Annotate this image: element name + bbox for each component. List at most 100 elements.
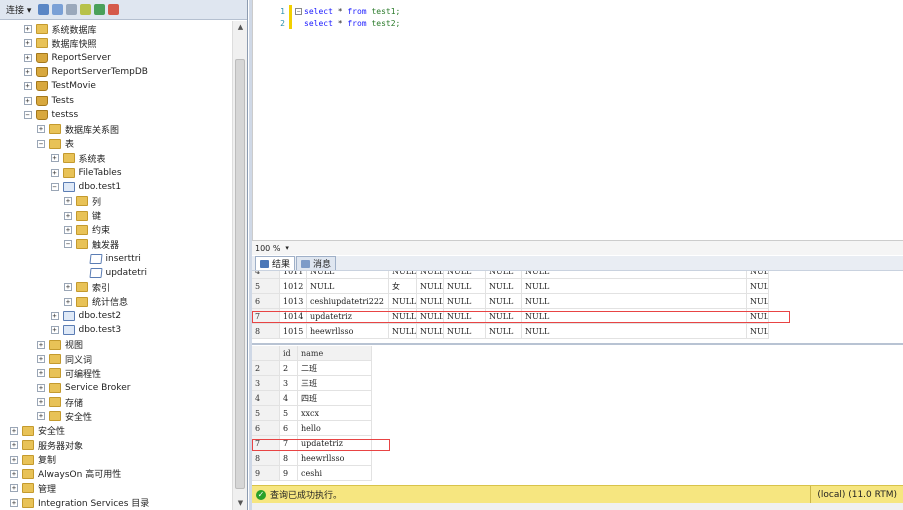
table-cell[interactable]: 三班 [298, 376, 372, 391]
tree-node[interactable]: + 数据库快照 [23, 36, 97, 50]
table-row[interactable]: 5 5 xxcx [252, 406, 372, 421]
fold-toggle-icon[interactable]: − [295, 7, 302, 15]
tree-node[interactable]: + ReportServer [23, 51, 111, 65]
expand-toggle-icon[interactable]: + [23, 39, 32, 48]
tree-node[interactable]: updatetri [78, 266, 147, 280]
table-cell[interactable]: ceshiupdatetri222 [307, 294, 389, 309]
disconnect-icon[interactable] [52, 4, 64, 15]
table-cell[interactable]: xxcx [298, 406, 372, 421]
table-cell[interactable]: 8 [280, 451, 298, 466]
table-row[interactable]: 51012NULL女NULLNULLNULLNULLNULL [252, 279, 769, 294]
row-header[interactable]: 5 [252, 279, 280, 294]
expand-toggle-icon[interactable]: + [37, 412, 45, 421]
table-cell[interactable]: NULL [486, 324, 522, 339]
table-row[interactable]: 9 9 ceshi [252, 466, 372, 481]
table-row[interactable]: 7 7 updatetriz [252, 436, 372, 451]
table-cell[interactable]: ceshi [298, 466, 372, 481]
table-cell[interactable]: 9 [280, 466, 298, 481]
table-cell[interactable]: 3 [280, 376, 298, 391]
tree-node[interactable]: + 安全性 [37, 409, 92, 423]
expand-toggle-icon[interactable]: + [64, 283, 72, 292]
table-cell[interactable]: NULL [486, 271, 522, 279]
table-row[interactable]: 71014updatetrizNULLNULLNULLNULLNULLNULL [252, 309, 769, 324]
row-header[interactable]: 7 [252, 309, 280, 324]
filter-icon[interactable] [80, 4, 92, 15]
tree-node[interactable]: + 管理 [10, 481, 56, 495]
expand-toggle-icon[interactable]: + [10, 498, 18, 507]
table-row[interactable]: 2 2 二班 [252, 361, 372, 376]
table-cell[interactable]: NULL [444, 309, 486, 324]
table-cell[interactable]: NULL [444, 271, 486, 279]
tree-node[interactable]: + 索引 [64, 280, 110, 294]
table-cell[interactable]: 二班 [298, 361, 372, 376]
tree-node[interactable]: + 同义词 [37, 352, 92, 366]
table-cell[interactable]: NULL [522, 271, 747, 279]
scroll-down-icon[interactable]: ▼ [236, 499, 245, 508]
table-cell[interactable]: 1014 [280, 309, 307, 324]
table-cell[interactable]: 女 [389, 279, 417, 294]
tree-node[interactable]: inserttri [78, 252, 141, 266]
tree-node[interactable]: + 列 [64, 194, 101, 208]
table-cell[interactable]: NULL [417, 279, 444, 294]
zoom-dropdown-icon[interactable]: ▾ [285, 244, 289, 252]
table-cell[interactable]: NULL [417, 271, 444, 279]
code-line[interactable]: 2 select * from test2; [253, 17, 400, 29]
table-row[interactable]: 6 6 hello [252, 421, 372, 436]
tree-node[interactable]: + 数据库关系图 [37, 122, 119, 136]
table-cell[interactable]: NULL [307, 279, 389, 294]
scroll-up-icon[interactable]: ▲ [236, 23, 245, 32]
expand-toggle-icon[interactable]: + [64, 211, 72, 220]
row-header[interactable]: 6 [252, 294, 280, 309]
table-cell[interactable]: NULL [522, 309, 747, 324]
table-cell[interactable]: NULL [486, 294, 522, 309]
explorer-scrollbar[interactable]: ▲ ▼ [232, 21, 247, 510]
expand-toggle-icon[interactable]: + [64, 225, 72, 234]
table-cell[interactable]: NULL [389, 324, 417, 339]
table-row[interactable]: 4 4 四班 [252, 391, 372, 406]
table-cell[interactable]: heewrllsso [298, 451, 372, 466]
table-cell[interactable]: 6 [280, 421, 298, 436]
expand-toggle-icon[interactable]: + [23, 96, 32, 105]
column-header[interactable] [252, 346, 280, 361]
tree-node[interactable]: + 约束 [64, 223, 110, 237]
tree-node[interactable]: + 视图 [37, 338, 83, 352]
tree-node[interactable]: − 触发器 [64, 237, 119, 251]
table-cell[interactable]: NULL [417, 324, 444, 339]
table-row[interactable]: 41011NULLNULLNULLNULLNULLNULLNULL [252, 271, 769, 279]
tree-node[interactable]: + 存储 [37, 395, 83, 409]
table-cell[interactable]: NULL [389, 294, 417, 309]
tree-node[interactable]: − 表 [37, 137, 74, 151]
expand-toggle-icon[interactable]: + [64, 197, 72, 206]
tree-node[interactable]: + Tests [23, 94, 74, 108]
table-row[interactable]: 6 1013 ceshiupdatetri222 NULL NULL NULL NULL NU… [252, 294, 769, 309]
column-header[interactable]: name [298, 346, 372, 361]
table-cell[interactable]: NULL [444, 279, 486, 294]
row-header[interactable]: 5 [252, 406, 280, 421]
tree-node[interactable]: + 服务器对象 [10, 438, 83, 452]
tree-node[interactable]: + 安全性 [10, 424, 65, 438]
zoom-level[interactable]: 100 % [255, 244, 280, 253]
table-cell[interactable]: 7 [280, 436, 298, 451]
table-cell[interactable]: NULL [444, 294, 486, 309]
column-header[interactable]: id [280, 346, 298, 361]
tree-node[interactable]: + Integration Services 目录 [10, 496, 149, 510]
expand-toggle-icon[interactable]: + [50, 154, 59, 163]
table-row[interactable]: 8 8 heewrllsso [252, 451, 372, 466]
table-cell[interactable]: NULL [417, 309, 444, 324]
tab-results[interactable]: 结果 [255, 256, 296, 270]
expand-toggle-icon[interactable]: + [37, 340, 45, 349]
table-cell[interactable]: 5 [280, 406, 298, 421]
expand-toggle-icon[interactable]: + [23, 53, 32, 62]
table-cell[interactable]: 1011 [280, 271, 307, 279]
table-row[interactable]: 81015heewrllssoNULLNULLNULLNULLNULLNULL [252, 324, 769, 339]
row-header[interactable]: 2 [252, 361, 280, 376]
expand-toggle-icon[interactable]: + [37, 125, 45, 134]
expand-toggle-icon[interactable]: + [37, 369, 45, 378]
tree-node[interactable]: + TestMovie [23, 79, 96, 93]
expand-toggle-icon[interactable]: − [50, 182, 59, 191]
stop-icon[interactable] [66, 4, 78, 15]
table-cell[interactable]: NULL [747, 309, 769, 324]
tree-node[interactable]: + Service Broker [37, 381, 130, 395]
code-line[interactable]: 1 − select * from test1; [253, 5, 400, 17]
table-cell[interactable]: NULL [389, 309, 417, 324]
